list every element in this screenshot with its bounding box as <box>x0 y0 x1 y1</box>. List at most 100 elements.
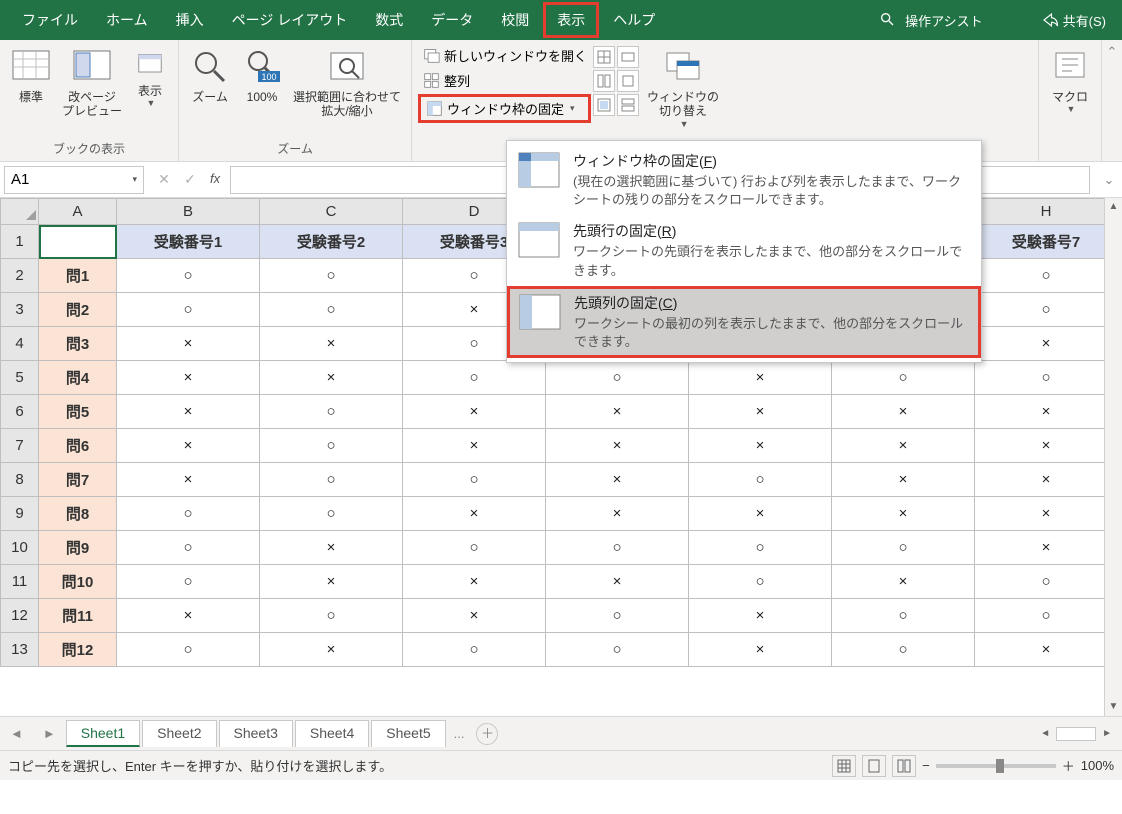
cell[interactable]: ○ <box>117 259 260 293</box>
zoom-in-button[interactable]: ＋ <box>1062 756 1075 775</box>
share-button[interactable]: 共有(S) <box>1033 7 1114 34</box>
new-window-button[interactable]: 新しいウィンドウを開く <box>418 44 591 67</box>
cell[interactable]: ○ <box>546 599 689 633</box>
cell[interactable]: × <box>832 497 975 531</box>
menu-item-3[interactable]: ページ レイアウト <box>218 2 362 38</box>
cell[interactable] <box>39 225 117 259</box>
cell[interactable]: ○ <box>975 565 1118 599</box>
cell[interactable]: × <box>403 395 546 429</box>
cell[interactable]: ○ <box>260 599 403 633</box>
cell[interactable]: × <box>260 361 403 395</box>
cell[interactable]: ○ <box>260 293 403 327</box>
row-header[interactable]: 1 <box>1 225 39 259</box>
assist-label[interactable]: 操作アシスト <box>905 11 982 30</box>
cell[interactable]: ○ <box>975 599 1118 633</box>
cell[interactable]: ○ <box>260 259 403 293</box>
cell[interactable]: ○ <box>689 565 832 599</box>
row-header[interactable]: 9 <box>1 497 39 531</box>
cell[interactable]: × <box>403 565 546 599</box>
add-sheet-button[interactable]: ＋ <box>476 723 498 745</box>
cell[interactable]: × <box>975 395 1118 429</box>
cell[interactable]: × <box>546 565 689 599</box>
row-header[interactable]: 11 <box>1 565 39 599</box>
arrange-all-button[interactable]: 整列 <box>418 69 591 92</box>
cell[interactable]: ○ <box>546 633 689 667</box>
cell[interactable]: × <box>975 463 1118 497</box>
cell[interactable]: ○ <box>832 599 975 633</box>
row-header[interactable]: 8 <box>1 463 39 497</box>
cell[interactable]: 問3 <box>39 327 117 361</box>
cell[interactable]: ○ <box>260 429 403 463</box>
zoom-slider[interactable]: − ＋ <box>922 756 1075 775</box>
cell[interactable]: × <box>975 429 1118 463</box>
vertical-scrollbar[interactable]: ▲ ▼ <box>1104 198 1122 716</box>
cell[interactable]: × <box>975 497 1118 531</box>
menu-item-4[interactable]: 数式 <box>361 2 417 38</box>
cell[interactable]: ○ <box>403 633 546 667</box>
view-side-button[interactable] <box>593 70 615 92</box>
cell[interactable]: 問7 <box>39 463 117 497</box>
cell[interactable]: ○ <box>117 565 260 599</box>
cell[interactable]: × <box>832 429 975 463</box>
cell[interactable]: ○ <box>689 531 832 565</box>
select-all-corner[interactable] <box>1 199 39 225</box>
cell[interactable]: × <box>832 395 975 429</box>
menu-item-0[interactable]: ファイル <box>8 2 92 38</box>
formula-expand-icon[interactable]: ⌄ <box>1096 172 1122 188</box>
cell[interactable]: × <box>546 429 689 463</box>
row-header[interactable]: 13 <box>1 633 39 667</box>
cell[interactable]: ○ <box>117 531 260 565</box>
cell[interactable]: × <box>403 429 546 463</box>
cell[interactable]: ○ <box>403 361 546 395</box>
cell[interactable]: ○ <box>975 361 1118 395</box>
sheet-tab[interactable]: Sheet5 <box>371 720 445 747</box>
cell[interactable]: ○ <box>832 361 975 395</box>
tab-nav-prev[interactable]: ◄ <box>0 726 33 741</box>
zoom-fit-selection-button[interactable]: 選択範囲に合わせて 拡大/縮小 <box>289 44 405 121</box>
tab-nav-next[interactable]: ► <box>33 726 66 741</box>
cell[interactable]: × <box>689 429 832 463</box>
menu-item-5[interactable]: データ <box>417 2 487 38</box>
cell[interactable]: × <box>117 327 260 361</box>
row-header[interactable]: 2 <box>1 259 39 293</box>
cell[interactable]: ○ <box>117 497 260 531</box>
cell[interactable]: × <box>260 327 403 361</box>
scroll-right-icon[interactable]: ► <box>1098 728 1116 739</box>
custom-views-button[interactable]: 表示 ▼ <box>128 44 172 110</box>
cell[interactable]: × <box>689 395 832 429</box>
cell[interactable]: 問5 <box>39 395 117 429</box>
unhide-button[interactable] <box>617 94 639 116</box>
cell[interactable]: × <box>260 531 403 565</box>
zoom-100-button[interactable]: 100 100% <box>237 44 287 106</box>
normal-view-icon[interactable] <box>832 755 856 777</box>
cell[interactable]: × <box>832 463 975 497</box>
cell[interactable]: × <box>117 395 260 429</box>
freeze-menu-item-0[interactable]: ウィンドウ枠の固定(F)(現在の選択範囲に基づいて) 行および列を表示したままで… <box>507 145 981 215</box>
cell[interactable]: ○ <box>117 633 260 667</box>
row-header[interactable]: 3 <box>1 293 39 327</box>
menu-item-7[interactable]: 表示 <box>543 2 599 38</box>
cell[interactable]: × <box>117 599 260 633</box>
cell[interactable]: 問6 <box>39 429 117 463</box>
cell[interactable]: 問8 <box>39 497 117 531</box>
cell[interactable]: × <box>975 633 1118 667</box>
ribbon-collapse-button[interactable]: ⌃ <box>1102 40 1122 161</box>
name-box[interactable]: A1 ▾ <box>4 166 144 194</box>
cell[interactable]: ○ <box>117 293 260 327</box>
cell[interactable]: 問12 <box>39 633 117 667</box>
cell[interactable]: 問11 <box>39 599 117 633</box>
cell[interactable]: 問9 <box>39 531 117 565</box>
cell[interactable]: × <box>260 633 403 667</box>
row-header[interactable]: 4 <box>1 327 39 361</box>
cell[interactable]: ○ <box>689 463 832 497</box>
cell[interactable]: 問4 <box>39 361 117 395</box>
cell[interactable]: ○ <box>975 259 1118 293</box>
cell[interactable]: × <box>403 599 546 633</box>
col-header[interactable]: C <box>260 199 403 225</box>
macro-button[interactable]: マクロ ▼ <box>1045 44 1095 116</box>
cancel-icon[interactable]: ✕ <box>154 171 174 188</box>
cell[interactable]: ○ <box>546 361 689 395</box>
cell[interactable]: × <box>689 497 832 531</box>
sheet-tab[interactable]: Sheet2 <box>142 720 216 747</box>
cell[interactable]: ○ <box>832 531 975 565</box>
